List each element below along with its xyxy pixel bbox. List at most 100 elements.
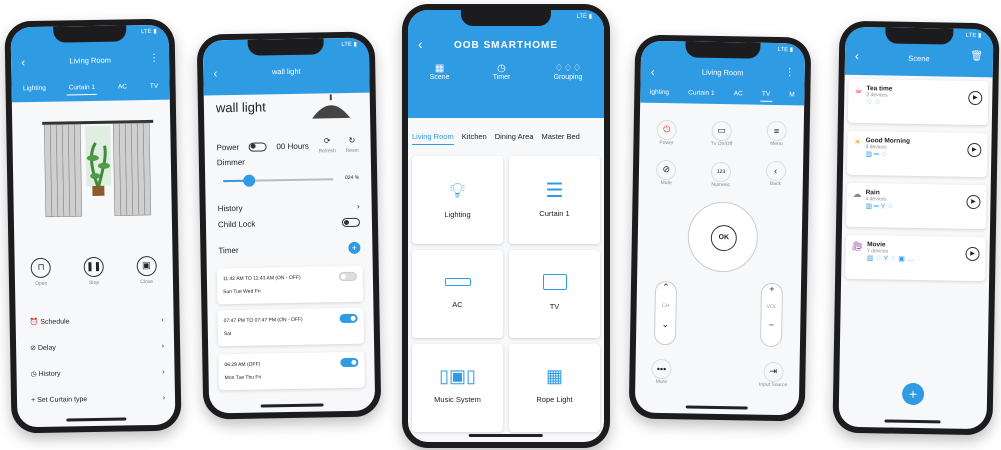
clock-icon: ⏰ (29, 318, 39, 327)
tab-lighting[interactable]: ighting (648, 86, 671, 100)
status-bar: LTE ▮ (341, 41, 357, 49)
tab-curtain[interactable]: Curtain 1 (686, 86, 717, 101)
channel-rocker[interactable]: ⌃ CH ⌄ (653, 280, 678, 346)
refresh-button[interactable]: ⟳ Refresh (318, 136, 337, 154)
device-label: Lighting (444, 210, 471, 219)
timer-toggle[interactable] (340, 357, 359, 368)
room-tab-master-bed[interactable]: Master Bed (542, 132, 580, 145)
room-tab-dining-area[interactable]: Dining Area (495, 132, 534, 145)
menu-label: History (38, 370, 61, 378)
timer-row: Timer + (218, 241, 361, 256)
device-tile-tv[interactable]: TV (509, 250, 600, 338)
play-icon[interactable]: ▶ (968, 90, 983, 105)
scene-icon: ▦ (434, 63, 445, 74)
child-lock-row: Child Lock (217, 217, 361, 230)
scene-card[interactable]: 🎥︎ Movie 7 devices ▥ ♢ Y ♢ ▣ … ▶ (845, 234, 986, 282)
tab-lighting[interactable]: Lighting (21, 82, 48, 96)
power-button[interactable]: ⏻ Power (656, 119, 677, 146)
back-button[interactable]: ‹ Back (765, 160, 786, 189)
back-icon[interactable]: ‹ (418, 36, 423, 52)
play-icon[interactable]: ▶ (965, 246, 980, 261)
menu-button[interactable]: ≡ Menu (766, 120, 787, 148)
add-scene-button[interactable]: + (901, 382, 925, 406)
history-row[interactable]: History › (218, 202, 360, 213)
volume-up-icon[interactable]: + (762, 284, 782, 294)
timer-card[interactable]: 07:47 PM TO 07:47 PM (ON - OFF) Sat (217, 307, 365, 347)
device-label: Music System (434, 395, 481, 404)
scene-card[interactable]: ☁ Rain 4 devices ▥ ═ Y ♢ ▶ (846, 182, 987, 230)
more-button[interactable]: ••• More (651, 358, 672, 386)
menu-history[interactable]: ◷ History › (30, 359, 165, 387)
volume-rocker[interactable]: + VOL − (759, 282, 784, 348)
add-timer-button[interactable]: + (348, 241, 361, 254)
delete-icon[interactable]: 🗑︎ (970, 51, 983, 62)
nav-scene[interactable]: ▦ Scene (430, 63, 450, 81)
device-tile-rope-light[interactable]: ▦ Rope Light (509, 344, 600, 432)
child-lock-toggle[interactable] (341, 217, 361, 228)
tab-tv[interactable]: TV (759, 87, 773, 102)
ac-icon (444, 278, 471, 286)
home-indicator (685, 405, 749, 410)
open-icon[interactable]: ⊓ (30, 257, 52, 278)
speakers-icon: ▯▣▯ (439, 366, 476, 386)
nav-timer[interactable]: ◷ Timer (493, 63, 511, 81)
reset-label: Reset (345, 147, 359, 154)
tab-ac[interactable]: AC (116, 80, 129, 94)
nav-label: Scene (429, 74, 450, 81)
play-icon[interactable]: ▶ (967, 142, 982, 157)
device-tile-ac[interactable]: AC (412, 250, 503, 338)
pause-icon[interactable]: ❚❚ (83, 256, 104, 277)
volume-down-icon[interactable]: − (761, 320, 781, 330)
scene-card[interactable]: ☕︎ Tea time 2 devices ♢ ♢ ▶ (847, 78, 989, 126)
menu-label: Delay (37, 344, 56, 352)
plus-icon: + (30, 396, 36, 404)
room-tab-kitchen[interactable]: Kitchen (462, 132, 487, 145)
back-icon[interactable]: ‹ (213, 66, 217, 80)
bulb-icon: 💡︎ (449, 178, 466, 203)
tab-ac[interactable]: AC (732, 87, 745, 101)
mute-button[interactable]: ⊘ Mute (656, 159, 677, 187)
reset-button[interactable]: ↻ Reset (345, 136, 359, 154)
back-icon[interactable]: ‹ (21, 55, 25, 69)
child-lock-label: Child Lock (217, 219, 256, 230)
stop-label: Stop (88, 279, 100, 286)
tab-tv[interactable]: TV (148, 80, 161, 94)
timer-toggle[interactable] (339, 313, 358, 324)
ok-button[interactable]: OK (710, 224, 738, 252)
nav-label: Grouping (553, 74, 583, 81)
device-tabs: ighting Curtain 1 AC TV M (640, 86, 804, 103)
scene-card[interactable]: ☀ Good Morning 3 devices ▥ ═ ♢ ▶ (846, 130, 988, 178)
device-grid: 💡︎ Lighting ☰ Curtain 1 AC TV ▯▣▯ Music … (412, 156, 600, 432)
device-tile-lighting[interactable]: 💡︎ Lighting (412, 156, 503, 244)
menu-delay[interactable]: ⊘ Delay › (30, 333, 164, 361)
tab-curtain[interactable]: Curtain 1 (66, 80, 98, 96)
tv-onoff-button[interactable]: ▭ Tv On/Off (711, 120, 733, 147)
device-tile-music-system[interactable]: ▯▣▯ Music System (412, 344, 503, 432)
button-label: More (655, 378, 668, 386)
input-source-button[interactable]: ⇥ Input Source (759, 361, 788, 388)
back-icon[interactable]: ‹ (855, 49, 859, 63)
channel-up-icon[interactable]: ⌃ (656, 282, 676, 293)
dimmer-slider[interactable] (223, 174, 334, 187)
nav-grouping[interactable]: ♢♢♢ Grouping (554, 63, 583, 81)
menu-schedule[interactable]: ⏰ Schedule › (29, 307, 164, 335)
timer-toggle[interactable] (338, 271, 357, 282)
numeric-button[interactable]: 123 Numeric (710, 160, 732, 188)
menu-set-curtain-type[interactable]: + Set Curtain type › (31, 385, 165, 413)
close-curtain-icon[interactable]: ▣ (136, 255, 157, 276)
home-indicator (260, 403, 324, 408)
dpad[interactable]: OK (687, 201, 759, 273)
dimmer-knob[interactable] (243, 174, 256, 187)
room-tab-living-room[interactable]: Living Room (412, 132, 454, 145)
power-toggle[interactable] (248, 141, 267, 152)
device-tile-curtain[interactable]: ☰ Curtain 1 (509, 156, 600, 244)
tab-more[interactable]: M (787, 88, 797, 102)
back-icon[interactable]: ‹ (651, 65, 655, 79)
more-icon[interactable]: ⋮ (149, 53, 159, 64)
close-control: ▣ Close (136, 255, 157, 285)
more-icon[interactable]: ⋮ (785, 67, 795, 78)
timer-card[interactable]: 11:42 AM TO 11:43 AM (ON - OFF) Sun Tue … (216, 265, 364, 305)
timer-card[interactable]: 06:29 AM (OFF) Mon Tue Thu Fri (218, 351, 365, 391)
play-icon[interactable]: ▶ (966, 194, 981, 209)
channel-down-icon[interactable]: ⌄ (655, 319, 675, 330)
